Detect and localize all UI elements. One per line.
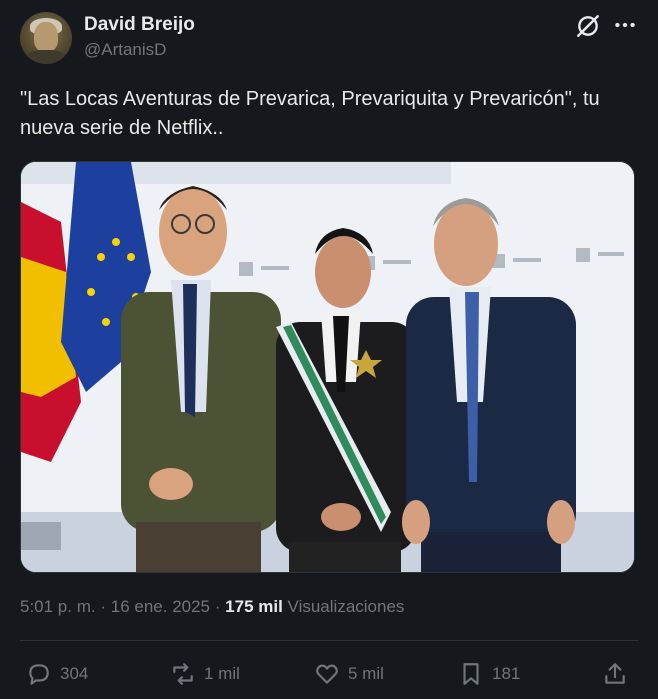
divider: [20, 640, 638, 641]
tweet-photo[interactable]: [20, 161, 635, 573]
author-avatar[interactable]: [20, 12, 72, 64]
author-display-name[interactable]: David Breijo: [84, 14, 195, 36]
tweet-date[interactable]: 16 ene. 2025: [111, 597, 210, 616]
avatar-body: [26, 50, 66, 64]
repost-button[interactable]: 1 mil: [170, 660, 240, 688]
repost-icon: [173, 663, 193, 685]
meta-separator: ·: [100, 597, 107, 616]
more-options-icon[interactable]: [612, 12, 638, 38]
share-button[interactable]: [602, 660, 628, 688]
tweet-meta: 5:01 p. m. · 16 ene. 2025 · 175 mil Visu…: [20, 597, 404, 617]
reply-icon: [29, 664, 49, 685]
reply-button[interactable]: 304: [26, 660, 88, 688]
bookmark-icon: [463, 663, 479, 685]
like-button[interactable]: 5 mil: [314, 660, 384, 688]
repost-count: 1 mil: [204, 664, 240, 683]
bookmark-count: 181: [492, 664, 521, 683]
avatar-face: [34, 22, 58, 52]
views-count: 175 mil: [225, 597, 283, 616]
meta-separator: ·: [214, 597, 221, 616]
reply-count: 304: [60, 664, 89, 683]
bookmark-button[interactable]: 181: [458, 660, 520, 688]
share-icon: [605, 663, 625, 684]
like-count: 5 mil: [348, 664, 384, 683]
grok-icon[interactable]: [575, 13, 601, 39]
tweet-text: "Las Locas Aventuras de Prevarica, Preva…: [20, 88, 600, 139]
like-icon: [316, 664, 338, 684]
views-label: Visualizaciones: [287, 597, 405, 616]
author-handle[interactable]: @ArtanisD: [84, 40, 166, 60]
tweet-time[interactable]: 5:01 p. m.: [20, 597, 96, 616]
